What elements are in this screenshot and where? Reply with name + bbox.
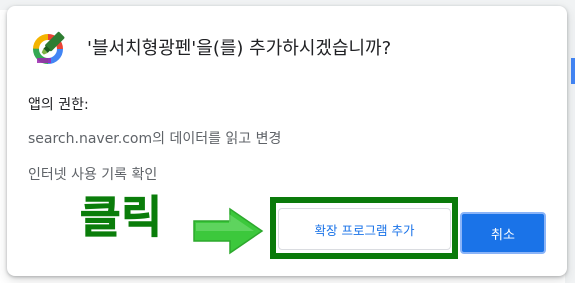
browser-scrollbar-thumb[interactable] <box>571 58 575 84</box>
permission-item: 인터넷 사용 기록 확인 <box>28 167 158 183</box>
right-arrow-icon <box>193 207 264 255</box>
screenshot-stage: '블서치형광펜'을(를) 추가하시겠습니까? 앱의 권한: search.nav… <box>0 0 575 283</box>
highlighter-pen-icon <box>33 31 65 64</box>
cancel-button[interactable]: 취소 <box>460 212 546 254</box>
click-annotation-label: 클릭 <box>80 192 163 243</box>
permission-item: search.naver.com의 데이터를 읽고 변경 <box>28 131 282 147</box>
add-extension-button[interactable]: 확장 프로그램 추가 <box>278 208 451 250</box>
dialog-title: '블서치형광펜'을(를) 추가하시겠습니까? <box>87 38 392 59</box>
permissions-heading: 앱의 권한: <box>28 97 89 113</box>
